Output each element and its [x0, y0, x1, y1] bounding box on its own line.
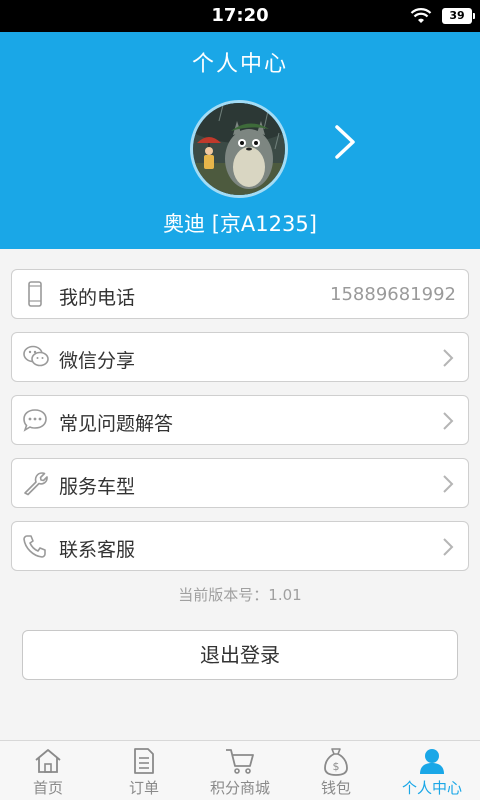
faq-label: 常见问题解答 [59, 413, 174, 435]
telephone-handset-icon [22, 533, 48, 559]
chevron-right-icon [442, 411, 454, 435]
phone-icon [22, 281, 48, 307]
phone-row[interactable]: 我的电话 15889681992 [11, 269, 469, 319]
status-bar: 17:20 39 [0, 0, 480, 32]
tab-points-mall-label: 积分商城 [209, 779, 270, 797]
tab-points-mall[interactable]: 积分商城 [192, 741, 288, 800]
username-plate: 奥迪 [京A1235] [163, 212, 317, 236]
contact-service-row[interactable]: 联系客服 [11, 521, 469, 571]
status-time: 17:20 [211, 5, 269, 26]
wechat-share-row[interactable]: 微信分享 [11, 332, 469, 382]
svg-text:$: $ [333, 760, 340, 773]
wechat-share-label: 微信分享 [59, 350, 136, 372]
service-vehicle-label: 服务车型 [59, 476, 136, 498]
person-icon [418, 747, 446, 779]
chevron-right-icon [442, 537, 454, 561]
money-bag-icon: $ [322, 747, 350, 781]
tab-home-label: 首页 [32, 779, 63, 797]
chat-bubble-icon [22, 407, 48, 433]
profile-header: 个人中心 奥迪 [京A1235] [0, 32, 480, 249]
faq-row[interactable]: 常见问题解答 [11, 395, 469, 445]
contact-service-label: 联系客服 [59, 539, 136, 561]
wrench-icon [22, 470, 48, 496]
chevron-right-icon [442, 348, 454, 372]
wechat-icon [22, 344, 49, 370]
tab-orders-label: 订单 [128, 779, 159, 797]
chevron-right-icon [442, 474, 454, 498]
tab-wallet[interactable]: $ 钱包 [288, 741, 384, 800]
avatar[interactable] [190, 100, 288, 198]
battery-indicator: 39 [442, 8, 475, 24]
chevron-right-icon[interactable] [332, 122, 358, 166]
tab-home[interactable]: 首页 [0, 741, 96, 800]
tab-profile-label: 个人中心 [401, 779, 462, 797]
cart-icon [224, 747, 256, 779]
bottom-tab-bar: 首页 订单 积分商城 $ 钱包 个人中心 [0, 740, 480, 800]
phone-number: 15889681992 [330, 284, 456, 305]
phone-label: 我的电话 [59, 287, 136, 309]
version-text: 当前版本号：1.01 [178, 586, 302, 604]
document-icon [131, 747, 157, 779]
logout-button[interactable]: 退出登录 [22, 630, 458, 680]
page-title: 个人中心 [191, 52, 288, 77]
tab-wallet-label: 钱包 [320, 779, 351, 797]
tab-orders[interactable]: 订单 [96, 741, 192, 800]
service-vehicle-row[interactable]: 服务车型 [11, 458, 469, 508]
home-icon [33, 747, 63, 779]
settings-list: 我的电话 15889681992 微信分享 常见问题解答 服务车型 联系客服 [11, 269, 469, 584]
tab-profile[interactable]: 个人中心 [384, 741, 480, 800]
wifi-icon [410, 7, 432, 29]
